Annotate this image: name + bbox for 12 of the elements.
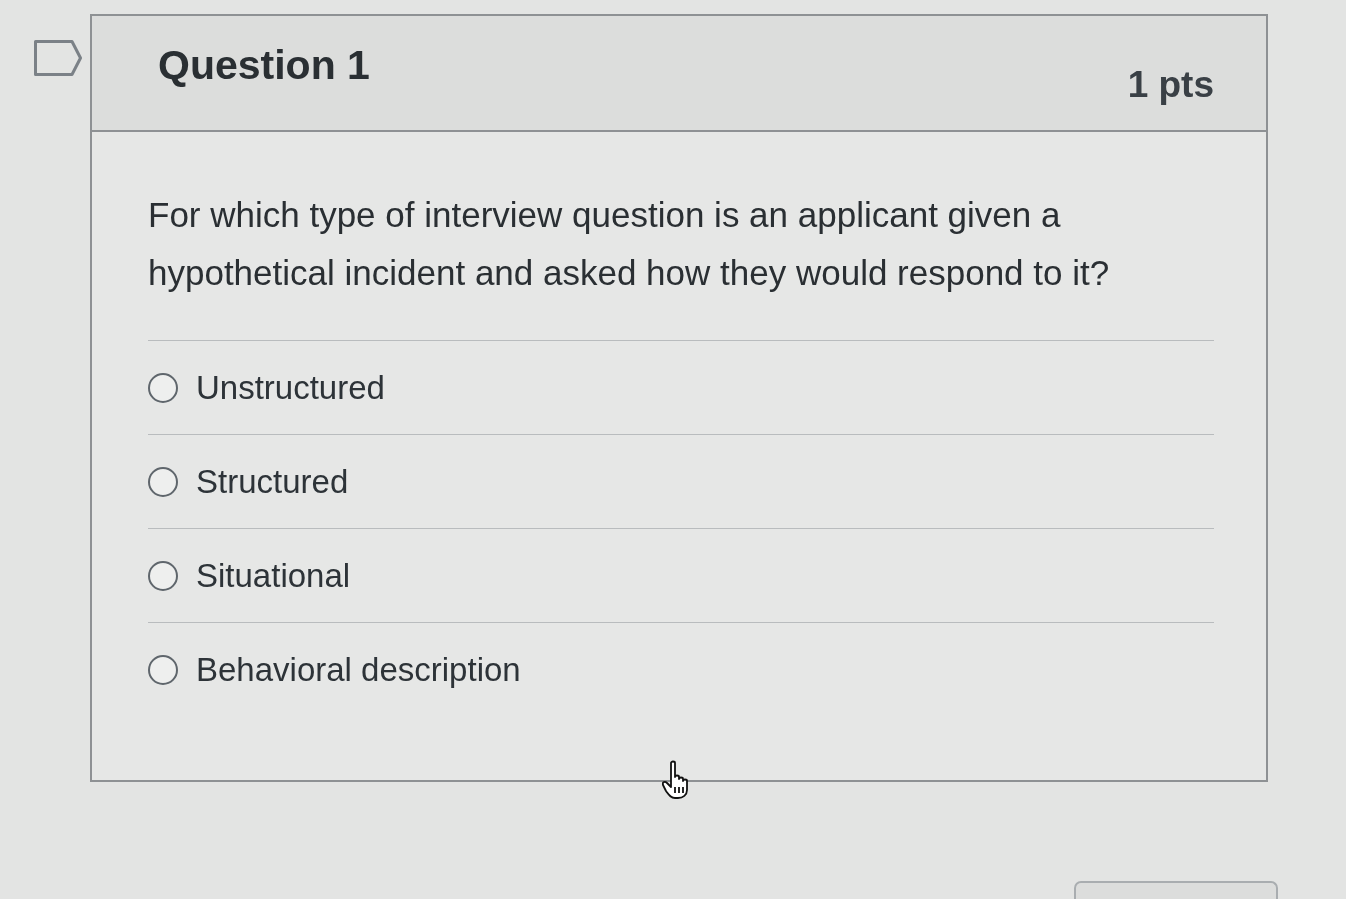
answer-option[interactable]: Unstructured <box>196 368 385 407</box>
radio-button[interactable] <box>148 466 178 497</box>
radio-button[interactable] <box>148 372 178 403</box>
answer-option[interactable]: Behavioral description <box>196 650 521 689</box>
answer-option[interactable]: Structured <box>196 462 349 501</box>
points-label: 1 pts <box>1127 64 1214 106</box>
question-title: Question 1 <box>158 42 370 89</box>
question-text: For which type of interview question is an applicant given a hypothetical incident and asked how they would respond to it? <box>148 194 1111 294</box>
answer-option[interactable]: Situational <box>196 556 351 595</box>
radio-button[interactable] <box>148 654 178 685</box>
radio-button[interactable] <box>148 560 178 591</box>
tag-icon[interactable] <box>34 40 82 76</box>
